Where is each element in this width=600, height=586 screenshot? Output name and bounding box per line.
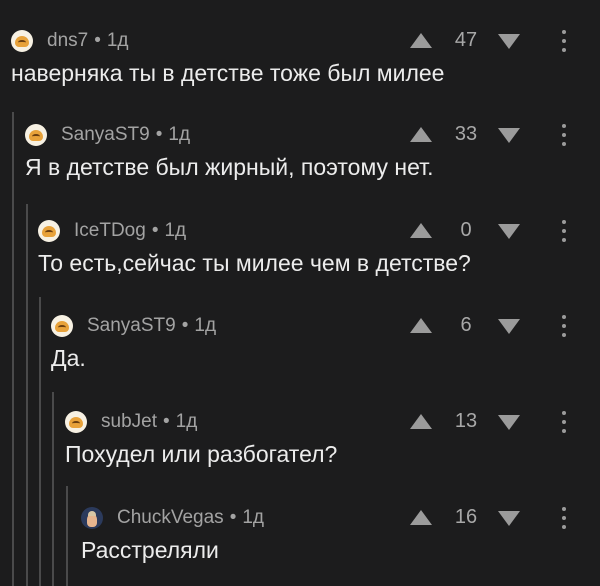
vote-controls: 6 <box>410 311 600 341</box>
more-vertical-icon[interactable] <box>562 30 566 52</box>
score: 16 <box>454 506 478 528</box>
username[interactable]: subJet <box>101 411 157 433</box>
timestamp: 1д <box>168 124 191 145</box>
avatar-icon <box>29 129 43 141</box>
arrow-down-icon[interactable] <box>498 34 520 49</box>
timestamp: 1д <box>194 315 217 336</box>
more-vertical-icon[interactable] <box>562 315 566 337</box>
avatar-icon <box>15 35 29 47</box>
username[interactable]: IceTDog <box>74 220 146 242</box>
comment-text: То есть,сейчас ты милее чем в детстве? <box>38 250 471 276</box>
avatar[interactable] <box>65 411 87 433</box>
more-vertical-icon[interactable] <box>562 507 566 529</box>
username[interactable]: SanyaST9 <box>61 124 150 146</box>
avatar-photo-icon <box>87 510 97 527</box>
comment: SanyaST9 • 1д 33 Я в детстве был жирный,… <box>0 120 600 200</box>
more-vertical-icon[interactable] <box>562 124 566 146</box>
separator-dot: • <box>155 124 163 145</box>
vote-controls: 13 <box>410 407 600 437</box>
comment: subJet • 1д 13 Похудел или разбогател? <box>0 407 600 487</box>
arrow-down-icon[interactable] <box>498 511 520 526</box>
username[interactable]: ChuckVegas <box>117 507 224 529</box>
more-vertical-icon[interactable] <box>562 411 566 433</box>
username[interactable]: dns7 <box>47 30 88 52</box>
avatar-icon <box>42 225 56 237</box>
arrow-down-icon[interactable] <box>498 128 520 143</box>
comment-text: Я в детстве был жирный, поэтому нет. <box>25 154 434 180</box>
timestamp: 1д <box>242 507 264 528</box>
arrow-up-icon[interactable] <box>410 414 432 429</box>
username[interactable]: SanyaST9 <box>87 315 176 337</box>
score: 0 <box>460 219 472 241</box>
comment: dns7 • 1д 47 наверняка ты в детстве тоже… <box>0 26 600 106</box>
avatar[interactable] <box>11 30 33 52</box>
comment: SanyaST9 • 1д 6 Да. <box>0 311 600 391</box>
comment-thread: dns7 • 1д 47 наверняка ты в детстве тоже… <box>0 0 600 586</box>
arrow-down-icon[interactable] <box>498 415 520 430</box>
arrow-up-icon[interactable] <box>410 127 432 142</box>
comment-text: Да. <box>51 345 86 371</box>
score: 13 <box>454 410 478 432</box>
arrow-down-icon[interactable] <box>498 224 520 239</box>
avatar-icon <box>55 320 69 332</box>
arrow-up-icon[interactable] <box>410 33 432 48</box>
comment-text: Похудел или разбогател? <box>65 441 338 467</box>
comment-text: наверняка ты в детстве тоже был милее <box>11 60 445 86</box>
vote-controls: 33 <box>410 120 600 150</box>
arrow-up-icon[interactable] <box>410 318 432 333</box>
avatar[interactable] <box>51 315 73 337</box>
vote-controls: 16 <box>410 503 600 533</box>
separator-dot: • <box>94 30 101 51</box>
arrow-up-icon[interactable] <box>410 223 432 238</box>
timestamp: 1д <box>164 220 187 241</box>
separator-dot: • <box>229 507 237 528</box>
timestamp: 1д <box>106 30 129 51</box>
avatar[interactable] <box>38 220 60 242</box>
avatar[interactable] <box>25 124 47 146</box>
separator-dot: • <box>151 220 159 241</box>
avatar[interactable] <box>81 507 103 529</box>
avatar-icon <box>69 416 83 428</box>
vote-controls: 47 <box>410 26 600 56</box>
score: 6 <box>460 314 472 336</box>
timestamp: 1д <box>175 411 198 432</box>
comment: ChuckVegas • 1д 16 Расстреляли <box>0 503 600 583</box>
separator-dot: • <box>162 411 170 432</box>
more-vertical-icon[interactable] <box>562 220 566 242</box>
score: 47 <box>454 29 478 51</box>
comment: IceTDog • 1д 0 То есть,сейчас ты милее ч… <box>0 216 600 296</box>
comment-text: Расстреляли <box>81 537 219 563</box>
vote-controls: 0 <box>410 216 600 246</box>
arrow-down-icon[interactable] <box>498 319 520 334</box>
score: 33 <box>454 123 478 145</box>
separator-dot: • <box>181 315 189 336</box>
arrow-up-icon[interactable] <box>410 510 432 525</box>
